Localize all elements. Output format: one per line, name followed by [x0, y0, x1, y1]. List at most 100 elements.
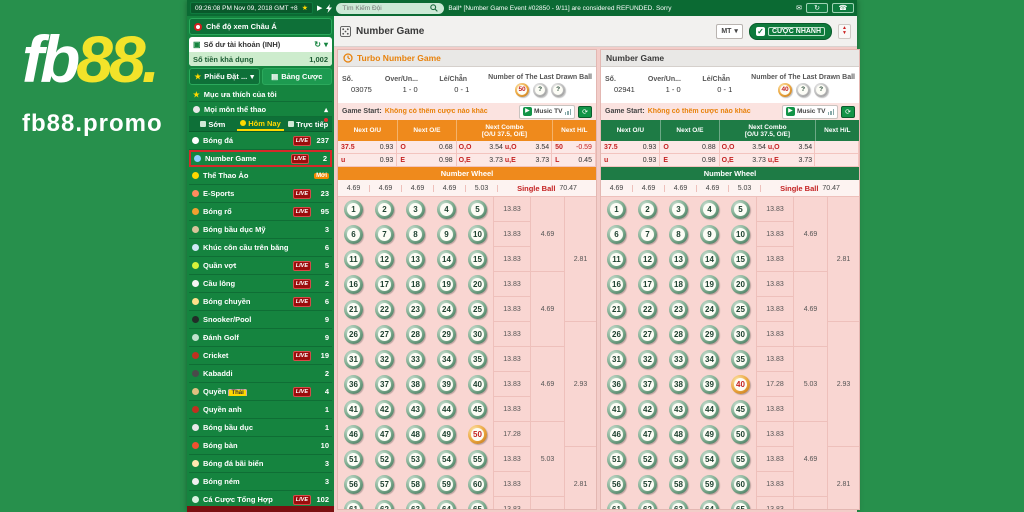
odds-combo[interactable]: O,O 3.54 u,O 3.54 — [457, 141, 553, 153]
sidebar-item-volleyball[interactable]: Bóng chuyền LIVE 6 — [189, 293, 332, 311]
ball-cell[interactable]: 48 — [663, 422, 694, 447]
sidebar-item-snooker[interactable]: Snooker/Pool 9 — [189, 311, 332, 329]
ball-cell[interactable]: 24 — [694, 297, 725, 322]
odds-combo[interactable]: O,E 3.73 u,E 3.73 — [457, 154, 553, 166]
ball-18[interactable]: 18 — [669, 275, 688, 294]
ball-3[interactable]: 3 — [406, 200, 425, 219]
single-ball-odds[interactable]: Single Ball 70.47 — [498, 184, 596, 193]
ball-30[interactable]: 30 — [731, 325, 750, 344]
ball-cell[interactable]: 3 — [663, 197, 694, 222]
ball-cell[interactable]: 62 — [632, 497, 663, 509]
ball-5[interactable]: 5 — [731, 200, 750, 219]
ball-cell[interactable]: 59 — [694, 472, 725, 497]
sidebar-item-number-game[interactable]: Number Game LIVE 2 — [189, 150, 332, 167]
ball-26[interactable]: 26 — [344, 325, 363, 344]
ball-cell[interactable]: 29 — [431, 322, 462, 347]
ball-cell[interactable]: 65 — [462, 497, 493, 509]
ball-2[interactable]: 2 — [375, 200, 394, 219]
tab-hôm-nay[interactable]: Hôm Nay — [236, 117, 285, 131]
ball-51[interactable]: 51 — [344, 450, 363, 469]
search-box[interactable] — [336, 2, 445, 14]
ball-16[interactable]: 16 — [344, 275, 363, 294]
row-odds-cell[interactable]: 13.83 — [494, 222, 530, 247]
ball-64[interactable]: 64 — [437, 500, 456, 509]
ball-cell[interactable]: 33 — [400, 347, 431, 372]
ball-cell[interactable]: 13 — [663, 247, 694, 272]
ball-cell[interactable]: 30 — [462, 322, 493, 347]
ball-7[interactable]: 7 — [375, 225, 394, 244]
ball-cell[interactable]: 23 — [400, 297, 431, 322]
ball-cell[interactable]: 21 — [338, 297, 369, 322]
ball-cell[interactable]: 4 — [694, 197, 725, 222]
ball-2[interactable]: 2 — [638, 200, 657, 219]
ball-33[interactable]: 33 — [406, 350, 425, 369]
ball-53[interactable]: 53 — [406, 450, 425, 469]
row-odds-cell[interactable]: 13.83 — [757, 397, 793, 422]
ball-56[interactable]: 56 — [344, 475, 363, 494]
row-odds-cell[interactable]: 13.83 — [757, 472, 793, 497]
column-odds-2[interactable]: 4.69 — [633, 184, 665, 192]
ball-1[interactable]: 1 — [344, 200, 363, 219]
tv-refresh-button[interactable]: ⟳ — [578, 105, 592, 118]
ball-23[interactable]: 23 — [669, 300, 688, 319]
ball-cell[interactable]: 14 — [694, 247, 725, 272]
sidebar-item-rugby[interactable]: Bóng bầu dục 1 — [189, 419, 332, 437]
ball-27[interactable]: 27 — [375, 325, 394, 344]
ball-12[interactable]: 12 — [375, 250, 394, 269]
ball-cell[interactable]: 49 — [431, 422, 462, 447]
ball-cell[interactable]: 29 — [694, 322, 725, 347]
ball-cell[interactable]: 38 — [400, 372, 431, 397]
group3-odds-cell[interactable] — [531, 497, 564, 509]
ball-cell[interactable]: 51 — [601, 447, 632, 472]
ball-58[interactable]: 58 — [669, 475, 688, 494]
ball-cell[interactable]: 17 — [369, 272, 400, 297]
ball-cell[interactable]: 57 — [369, 472, 400, 497]
ball-63[interactable]: 63 — [406, 500, 425, 509]
ball-cell[interactable]: 45 — [462, 397, 493, 422]
ball-cell[interactable]: 6 — [338, 222, 369, 247]
refresh-balance-icon[interactable]: ↻ — [314, 40, 321, 49]
ball-cell[interactable]: 5 — [725, 197, 756, 222]
ball-43[interactable]: 43 — [406, 400, 425, 419]
ball-13[interactable]: 13 — [406, 250, 425, 269]
ball-cell[interactable]: 46 — [601, 422, 632, 447]
music-tv-button[interactable]: ▶ Music TV — [518, 104, 575, 119]
ball-56[interactable]: 56 — [607, 475, 626, 494]
row-odds-cell[interactable]: 13.83 — [494, 372, 530, 397]
odds-combo-pair-1[interactable]: O,E 3.73 — [459, 157, 503, 164]
ball-41[interactable]: 41 — [607, 400, 626, 419]
ball-cell[interactable]: 24 — [431, 297, 462, 322]
ball-27[interactable]: 27 — [638, 325, 657, 344]
group3-odds-cell[interactable]: 4.69 — [531, 272, 564, 347]
ball-cell[interactable]: 12 — [632, 247, 663, 272]
ball-cell[interactable]: 27 — [369, 322, 400, 347]
ball-cell[interactable]: 47 — [369, 422, 400, 447]
refresh-button[interactable]: ↻ — [806, 3, 828, 13]
ball-22[interactable]: 22 — [638, 300, 657, 319]
ball-cell[interactable]: 54 — [694, 447, 725, 472]
ball-35[interactable]: 35 — [468, 350, 487, 369]
ball-19[interactable]: 19 — [700, 275, 719, 294]
ball-cell[interactable]: 59 — [431, 472, 462, 497]
ball-cell[interactable]: 5 — [462, 197, 493, 222]
ball-cell[interactable]: 31 — [338, 347, 369, 372]
ball-17[interactable]: 17 — [375, 275, 394, 294]
sidebar-item-beach-soccer[interactable]: Bóng đá bãi biển 3 — [189, 455, 332, 473]
ball-cell[interactable]: 25 — [462, 297, 493, 322]
ball-54[interactable]: 54 — [437, 450, 456, 469]
row-odds-cell[interactable]: 17.28 — [494, 422, 530, 447]
row-odds-cell[interactable]: 13.83 — [757, 197, 793, 222]
sidebar-item-mix-parlay[interactable]: Cá Cược Tổng Hợp LIVE 102 — [189, 491, 332, 506]
sidebar-item-ice-hockey[interactable]: Khúc côn cầu trên băng 6 — [189, 239, 332, 257]
group3-odds-cell[interactable]: 5.03 — [531, 422, 564, 497]
ball-cell[interactable]: 16 — [338, 272, 369, 297]
mt-select[interactable]: MT ▾ — [716, 23, 743, 39]
column-odds-1[interactable]: 4.69 — [601, 184, 633, 192]
ball-45[interactable]: 45 — [468, 400, 487, 419]
ball-cell[interactable]: 60 — [725, 472, 756, 497]
ball-65[interactable]: 65 — [731, 500, 750, 509]
ball-59[interactable]: 59 — [700, 475, 719, 494]
row-odds-cell[interactable]: 13.83 — [494, 397, 530, 422]
odds-ou[interactable]: 37.5 0.93 — [601, 141, 661, 153]
ball-cell[interactable]: 61 — [338, 497, 369, 509]
